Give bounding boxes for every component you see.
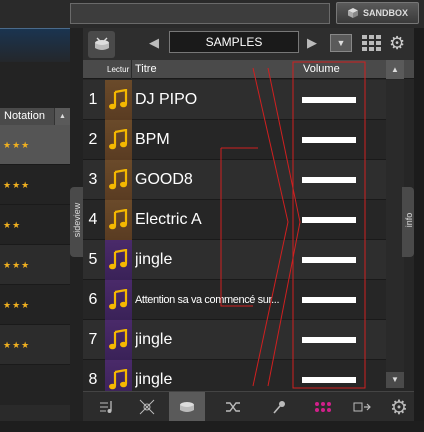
volume-bar[interactable]	[302, 217, 356, 223]
sideview-tab[interactable]: sideview	[70, 187, 83, 257]
right-edge	[414, 28, 424, 432]
music-note-icon	[109, 129, 128, 150]
track-number: 6	[88, 291, 98, 308]
column-header-row: Lectur Titre Volume	[83, 60, 414, 79]
volume-bar[interactable]	[302, 337, 356, 343]
track-artwork[interactable]	[105, 200, 132, 240]
track-artwork[interactable]	[105, 120, 132, 160]
column-header-volume[interactable]: Volume	[303, 60, 373, 79]
track-artwork[interactable]	[105, 160, 132, 200]
track-title: DJ PIPO	[135, 91, 198, 108]
music-note-icon	[109, 289, 128, 310]
sampler-drum-icon[interactable]	[88, 31, 115, 58]
track-number: 2	[88, 131, 98, 148]
volume-bar[interactable]	[302, 97, 356, 103]
rating-cell: ★★★	[0, 165, 70, 205]
rating-cell: ★★★	[0, 325, 70, 365]
music-note-icon	[109, 369, 128, 390]
record-out-icon[interactable]	[345, 392, 381, 422]
top-bar: SANDBOX	[0, 0, 424, 28]
rating-cell: ★★★	[0, 125, 70, 165]
cube-icon	[347, 8, 358, 18]
track-title: Electric A	[135, 211, 202, 228]
notation-column-header[interactable]: Notation	[0, 108, 55, 125]
browser-panel: ◀ SAMPLES ▶ ▼ ⚙ Lectur Titre Volume ▲ 1 D…	[83, 28, 414, 432]
track-row[interactable]: 4 Electric A	[83, 200, 386, 240]
shuffle-icon[interactable]	[215, 392, 251, 422]
track-artwork[interactable]	[105, 80, 132, 120]
rating-cell: ★★★	[0, 245, 70, 285]
rating-cell: ★★★	[0, 285, 70, 325]
grid-view-icon[interactable]	[362, 35, 381, 51]
track-row[interactable]: 3 GOOD8	[83, 160, 386, 200]
track-row[interactable]: 5 jingle	[83, 240, 386, 280]
rating-cell: ★★	[0, 205, 70, 245]
track-artwork[interactable]	[105, 320, 132, 360]
music-edit-icon[interactable]	[89, 392, 125, 422]
music-note-icon	[109, 169, 128, 190]
prev-folder-icon[interactable]: ◀	[149, 35, 159, 51]
track-number: 7	[88, 331, 98, 348]
track-number: 5	[88, 251, 98, 268]
volume-bar[interactable]	[302, 377, 356, 383]
column-header-titre[interactable]: Titre	[135, 60, 295, 79]
track-title: Attention sa va commencé sur...	[135, 294, 280, 306]
sandbox-label: SANDBOX	[362, 8, 408, 18]
volume-bar[interactable]	[302, 297, 356, 303]
left-scroll-up-button[interactable]: ▲	[55, 108, 70, 125]
track-title: BPM	[135, 131, 170, 148]
info-tab[interactable]: info	[402, 187, 414, 257]
sandbox-button[interactable]: SANDBOX	[336, 2, 419, 24]
volume-bar[interactable]	[302, 137, 356, 143]
info-label: info	[404, 212, 414, 228]
dropdown-button[interactable]: ▼	[330, 34, 352, 52]
volume-bar[interactable]	[302, 257, 356, 263]
pads-icon[interactable]	[305, 392, 341, 422]
bottom-toolbar: ⚙	[83, 391, 417, 422]
track-number: 3	[88, 171, 98, 188]
track-row[interactable]: 6 Attention sa va commencé sur...	[83, 280, 386, 320]
music-note-icon	[109, 209, 128, 230]
sampler-tab-icon[interactable]	[169, 392, 205, 422]
bottom-strip	[0, 421, 424, 432]
left-panel-header	[0, 28, 70, 62]
track-artwork[interactable]	[105, 280, 132, 320]
scroll-up-button[interactable]: ▲	[386, 60, 404, 79]
music-note-icon	[109, 249, 128, 270]
track-row[interactable]: 1 DJ PIPO	[83, 80, 386, 120]
left-panel: Notation ▲ ★★★ ★★★ ★★ ★★★ ★★★ ★★★	[0, 28, 70, 432]
volume-bar[interactable]	[302, 177, 356, 183]
music-note-icon	[109, 89, 128, 110]
track-title: jingle	[135, 331, 173, 348]
browser-toolbar: ◀ SAMPLES ▶ ▼ ⚙	[83, 28, 414, 60]
gear-icon[interactable]: ⚙	[381, 392, 417, 422]
track-row[interactable]: 2 BPM	[83, 120, 386, 160]
track-number: 1	[88, 91, 98, 108]
left-panel-footer	[0, 405, 70, 421]
track-list: 1 DJ PIPO 2 BPM 3 GOOD8 4 Electric A 5 jingle 6 Att…	[83, 80, 386, 400]
effects-icon[interactable]	[129, 392, 165, 422]
music-note-icon	[109, 329, 128, 350]
folder-name-display[interactable]: SAMPLES	[169, 31, 299, 53]
track-title: GOOD8	[135, 171, 193, 188]
track-title: jingle	[135, 251, 173, 268]
sideview-label: sideview	[72, 202, 82, 238]
search-input[interactable]	[70, 3, 330, 24]
scroll-down-button[interactable]: ▼	[386, 372, 404, 388]
gear-icon[interactable]: ⚙	[389, 33, 409, 53]
track-number: 4	[88, 211, 98, 228]
column-header-lectur[interactable]: Lectur	[105, 60, 132, 79]
track-row[interactable]: 7 jingle	[83, 320, 386, 360]
microphone-icon[interactable]	[261, 392, 297, 422]
track-artwork[interactable]	[105, 240, 132, 280]
next-folder-icon[interactable]: ▶	[307, 35, 317, 51]
